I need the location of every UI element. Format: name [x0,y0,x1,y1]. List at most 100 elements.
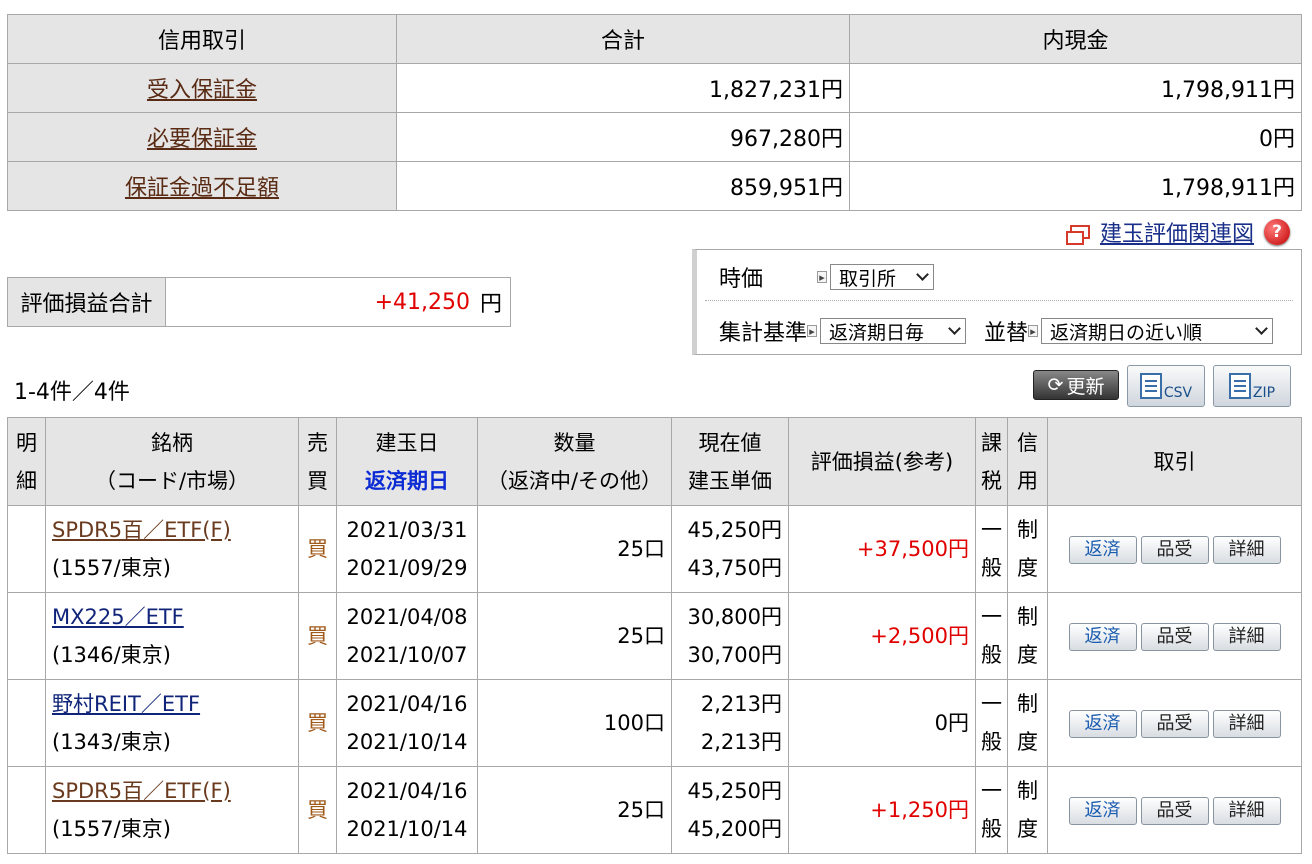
repay-button[interactable]: 返済 [1068,710,1137,738]
header-name-line1: 銘柄 [151,430,193,455]
aggregation-select[interactable]: 返済期日毎 [820,318,967,344]
security-link[interactable]: SPDR5百／ETF(F) [52,779,231,803]
security-link[interactable]: 野村REIT／ETF [52,692,200,716]
csv-label: CSV [1163,385,1193,401]
chevron-down-icon [1255,322,1268,335]
detail-button[interactable]: 詳細 [1212,536,1281,564]
security-link[interactable]: MX225／ETF [52,605,184,629]
delivery-button[interactable]: 品受 [1140,536,1209,564]
price-cell: 45,250円 43,750円 [671,505,789,593]
tax-cell: 一般 [975,766,1008,854]
delivery-button[interactable]: 品受 [1140,797,1209,825]
name-cell: SPDR5百／ETF(F) (1557/東京) [45,766,299,854]
table-row: 野村REIT／ETF (1343/東京) 買 2021/04/16 2021/1… [7,679,1302,767]
pl-cell: +37,500円 [788,505,976,593]
table-row: SPDR5百／ETF(F) (1557/東京) 買 2021/04/16 202… [7,766,1302,854]
refresh-button[interactable]: ⟳ 更新 [1033,370,1119,400]
summary-cash-cell: 1,798,911円 [849,161,1302,211]
current-price: 30,800円 [687,605,782,629]
date-cell: 2021/03/31 2021/09/29 [336,505,478,593]
header-detail: 明細 [7,417,46,506]
detail-cell [7,592,46,680]
header-side: 売買 [298,417,337,506]
header-name: 銘柄 （コード/市場） [45,417,299,506]
summary-total-cell: 967,280円 [396,112,850,162]
credit-cell: 制度 [1007,592,1048,680]
pl-total-value-cell: +41,250 円 [166,278,510,326]
repay-button[interactable]: 返済 [1068,623,1137,651]
header-current-price: 現在値 [698,430,762,455]
header-quantity: 数量 （返済中/その他） [477,417,672,506]
summary-header-cash: 内現金 [849,14,1302,64]
quantity-cell: 100口 [477,679,672,767]
name-cell: 野村REIT／ETF (1343/東京) [45,679,299,767]
cost-price: 2,213円 [700,730,782,754]
due-date: 2021/10/14 [346,817,468,841]
detail-button[interactable]: 詳細 [1212,710,1281,738]
header-qty-line1: 数量 [553,430,596,455]
zip-download-button[interactable]: ZIP [1213,365,1291,407]
security-code: (1343/東京) [52,730,171,754]
pl-cell: +2,500円 [788,592,976,680]
csv-download-button[interactable]: CSV [1127,365,1205,407]
chevron-down-icon [948,322,961,335]
price-cell: 30,800円 30,700円 [671,592,789,680]
cost-price: 43,750円 [687,556,782,580]
header-credit: 信用 [1007,417,1048,506]
side-cell: 買 [298,679,337,767]
action-cell: 返済 品受 詳細 [1047,766,1302,854]
detail-button[interactable]: 詳細 [1212,623,1281,651]
tax-cell: 一般 [975,592,1008,680]
delivery-button[interactable]: 品受 [1140,623,1209,651]
detail-button[interactable]: 詳細 [1212,797,1281,825]
pl-total-box: 評価損益合計 +41,250 円 [7,277,511,327]
margin-surplus-link[interactable]: 保証金過不足額 [125,176,279,201]
security-code: (1557/東京) [52,556,171,580]
cost-price: 45,200円 [687,817,782,841]
sort-select[interactable]: 返済期日の近い順 [1041,318,1274,344]
detail-cell [7,766,46,854]
sort-filter-row: 集計基準 ▸ 返済期日毎 並替 ▸ 返済期日の近い順 [719,315,1274,347]
pl-cell: +1,250円 [788,766,976,854]
repay-button[interactable]: 返済 [1068,536,1137,564]
security-link[interactable]: SPDR5百／ETF(F) [52,518,231,542]
summary-total-cell: 1,827,231円 [396,63,850,113]
summary-label-cell: 受入保証金 [7,63,397,113]
current-price: 2,213円 [700,692,782,716]
chevron-down-icon [916,268,929,281]
summary-label-cell: 必要保証金 [7,112,397,162]
detail-cell [7,679,46,767]
delivery-button[interactable]: 品受 [1140,710,1209,738]
aggregation-select-value: 返済期日毎 [829,321,925,344]
tax-cell: 一般 [975,505,1008,593]
action-cell: 返済 品受 詳細 [1047,592,1302,680]
pl-total-unit: 円 [479,292,502,317]
refresh-icon: ⟳ [1047,374,1064,396]
help-icon[interactable]: ? [1264,219,1290,245]
table-row: SPDR5百／ETF(F) (1557/東京) 買 2021/03/31 202… [7,505,1302,593]
refresh-label: 更新 [1066,375,1105,398]
price-cell: 45,250円 45,200円 [671,766,789,854]
required-margin-link[interactable]: 必要保証金 [147,127,257,152]
current-price: 45,250円 [687,518,782,542]
repay-button[interactable]: 返済 [1068,797,1137,825]
summary-header-row: 信用取引 合計 内現金 [7,14,1302,64]
positions-header-row: 明細 銘柄 （コード/市場） 売買 建玉日 返済期日 数量 （返済中/その他） … [7,417,1302,506]
header-price: 現在値 建玉単価 [671,417,789,506]
summary-cash-cell: 0円 [849,112,1302,162]
pl-total-value: +41,250 [374,289,470,315]
name-cell: SPDR5百／ETF(F) (1557/東京) [45,505,299,593]
summary-label-cell: 保証金過不足額 [7,161,397,211]
received-margin-link[interactable]: 受入保証金 [147,78,257,103]
summary-cash-cell: 1,798,911円 [849,63,1302,113]
header-name-line2: （コード/市場） [94,468,250,493]
filter-panel: 時価 ▸ 取引所 集計基準 ▸ 返済期日毎 並替 ▸ 返済期日の近い順 [692,249,1302,355]
price-select[interactable]: 取引所 [830,264,934,290]
open-date: 2021/04/16 [346,692,468,716]
action-cell: 返済 品受 詳細 [1047,679,1302,767]
quantity-cell: 25口 [477,592,672,680]
position-chart-link[interactable]: 建玉評価関連図 [1100,216,1254,248]
document-icon [1228,373,1251,399]
summary-header-credit: 信用取引 [7,14,397,64]
margin-summary-table: 信用取引 合計 内現金 受入保証金 1,827,231円 1,798,911円 … [7,14,1302,211]
